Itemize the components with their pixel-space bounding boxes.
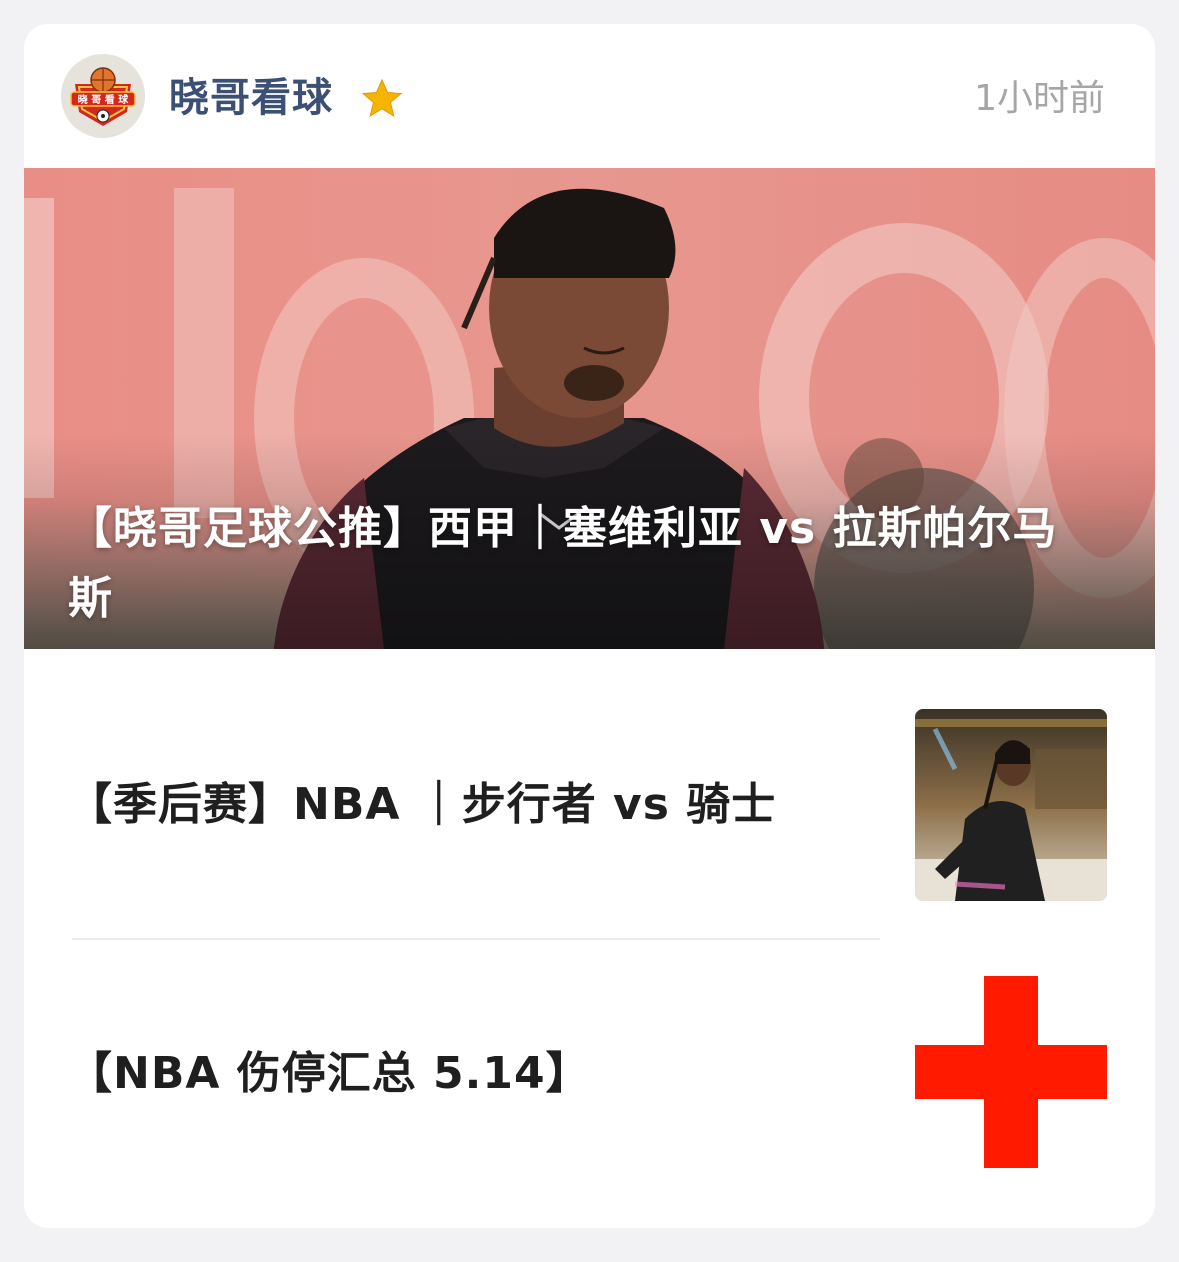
article-title[interactable]: 【NBA 伤停汇总 5.14】: [68, 1046, 591, 1102]
article-thumbnail[interactable]: [915, 976, 1107, 1168]
card-header[interactable]: 晓 哥 看 球 晓哥看球 1小时前: [24, 24, 1155, 168]
article-title[interactable]: 【季后赛】NBA ｜步行者 vs 骑士: [68, 777, 776, 833]
hero-title[interactable]: 【晓哥足球公推】西甲｜塞维利亚 vs 拉斯帕尔马斯: [68, 494, 1088, 634]
basketball-player-photo: [915, 709, 1107, 901]
red-cross-icon: [915, 976, 1107, 1168]
article-thumbnail[interactable]: [915, 709, 1107, 901]
account-name[interactable]: 晓哥看球: [169, 72, 333, 124]
account-avatar[interactable]: 晓 哥 看 球: [61, 54, 145, 138]
article-card: 晓 哥 看 球 晓哥看球 1小时前 【晓哥足球公推】西甲｜塞维利亚 vs 拉斯帕…: [24, 24, 1155, 1228]
basketball-club-logo-icon: 晓 哥 看 球: [61, 54, 145, 138]
list-divider: [72, 938, 880, 940]
hero-article[interactable]: 【晓哥足球公推】西甲｜塞维利亚 vs 拉斯帕尔马斯: [24, 168, 1155, 649]
svg-text:晓 哥 看 球: 晓 哥 看 球: [78, 93, 129, 106]
post-time: 1小时前: [974, 78, 1105, 119]
star-icon: [361, 78, 403, 118]
